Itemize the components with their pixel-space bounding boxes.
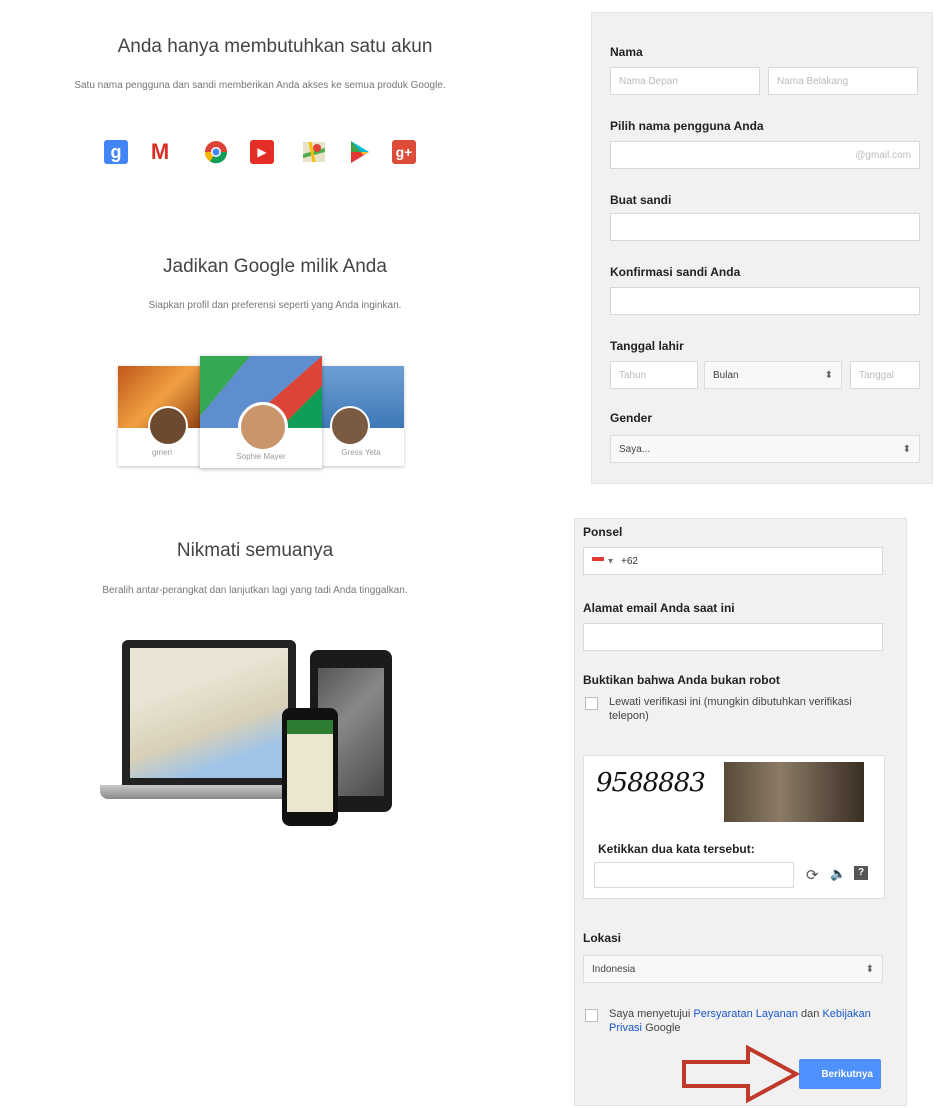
phone-label: Ponsel: [583, 525, 623, 539]
password-label: Buat sandi: [610, 193, 672, 207]
terms-link[interactable]: Persyaratan Layanan: [693, 1008, 798, 1020]
section2-subtext: Siapkan profil dan preferensi seperti ya…: [148, 300, 402, 311]
captcha-text: 9588883: [596, 768, 706, 798]
profile-caption: Sophie Mayer: [236, 452, 286, 461]
confirm-password-label: Konfirmasi sandi Anda: [610, 265, 741, 279]
section1-heading: Anda hanya membutuhkan satu akun: [117, 36, 433, 57]
avatar: [148, 406, 188, 446]
signup-form-bottom: Ponsel ▾ +62 Alamat email Anda saat ini …: [574, 518, 907, 1106]
robot-check-label: Buktikan bahwa Anda bukan robot: [583, 673, 780, 687]
service-glyph: g+: [395, 144, 413, 160]
last-name-field[interactable]: Nama Belakang: [768, 67, 918, 95]
birth-month-select[interactable]: Bulan ⬍: [704, 361, 842, 389]
arrow-annotation-icon: [682, 1044, 800, 1104]
location-value: Indonesia: [592, 963, 636, 975]
skip-verification-checkbox[interactable]: [585, 697, 598, 710]
service-glyph: g: [110, 141, 122, 162]
help-icon[interactable]: ?: [854, 866, 868, 880]
name-label: Nama: [610, 45, 643, 59]
service-glyph: ▶: [257, 145, 267, 159]
maps-icon: [302, 140, 326, 164]
signup-form-top: Nama Nama Depan Nama Belakang Pilih nama…: [591, 12, 933, 484]
section3-subtext: Beralih antar-perangkat dan lanjutkan la…: [102, 585, 408, 596]
avatar: [330, 406, 370, 446]
chevron-down-icon[interactable]: ▾: [608, 556, 613, 567]
gender-select[interactable]: Saya... ⬍: [610, 435, 920, 463]
laptop-screen: [122, 640, 296, 785]
captcha-input[interactable]: [594, 862, 794, 888]
arrow-shape: [682, 1044, 800, 1104]
first-name-field[interactable]: Nama Depan: [610, 67, 760, 95]
phone-screen: [287, 720, 333, 812]
username-label: Pilih nama pengguna Anda: [610, 119, 764, 133]
phone-code: +62: [621, 555, 638, 567]
phone-field[interactable]: ▾ +62: [583, 547, 883, 575]
indonesia-flag-icon[interactable]: [592, 557, 604, 565]
youtube-icon: ▶: [250, 140, 274, 164]
audio-icon[interactable]: 🔈: [830, 866, 846, 882]
agree-and: dan: [801, 1008, 820, 1020]
gender-label: Gender: [610, 411, 653, 425]
phone: [282, 708, 338, 826]
confirm-password-field[interactable]: [610, 287, 920, 315]
refresh-icon[interactable]: ⟳: [806, 866, 819, 884]
birth-year-field[interactable]: Tahun: [610, 361, 698, 389]
captcha-image: [724, 762, 864, 822]
birth-day-field[interactable]: Tanggal: [850, 361, 920, 389]
birthday-label: Tanggal lahir: [610, 339, 684, 353]
agree-suffix: Google: [645, 1022, 681, 1034]
password-field[interactable]: [610, 213, 920, 241]
current-email-field[interactable]: [583, 623, 883, 651]
chrome-icon: [204, 140, 228, 164]
select-arrows-icon: ⬍: [865, 963, 874, 975]
captcha-prompt: Ketikkan dua kata tersebut:: [598, 842, 755, 856]
skip-verification-text: Lewati verifikasi ini (mungkin dibutuhka…: [609, 696, 852, 722]
search-icon: g: [104, 140, 128, 164]
section3-heading: Nikmati semuanya: [176, 540, 334, 561]
play-icon: [348, 140, 372, 164]
captcha-box: 9588883 Ketikkan dua kata tersebut: ⟳ 🔈 …: [583, 755, 885, 899]
section1-subtext: Satu nama pengguna dan sandi memberikan …: [74, 80, 446, 91]
location-label: Lokasi: [583, 931, 622, 945]
gender-value: Saya...: [619, 443, 651, 455]
agree-prefix: Saya menyetujui: [609, 1008, 691, 1020]
section2-heading: Jadikan Google milik Anda: [163, 256, 387, 277]
agree-terms-text: Saya menyetujui Persyaratan Layanan dan …: [609, 1007, 879, 1035]
next-button[interactable]: Berikutnya: [799, 1059, 881, 1089]
birth-month-value: Bulan: [713, 369, 739, 381]
profile-card: Sophie Mayer: [200, 356, 322, 468]
username-suffix: @gmail.com: [855, 149, 911, 161]
gmail-icon: M: [148, 139, 172, 164]
agree-terms-checkbox[interactable]: [585, 1009, 598, 1022]
username-field[interactable]: @gmail.com: [610, 141, 920, 169]
profile-caption: Gress Yeta: [341, 448, 381, 457]
select-arrows-icon: ⬍: [902, 443, 911, 455]
service-glyph: M: [150, 139, 170, 164]
profile-caption: gmeri: [151, 448, 172, 457]
current-email-label: Alamat email Anda saat ini: [583, 601, 735, 615]
google-plus-icon: g+: [392, 140, 416, 164]
location-select[interactable]: Indonesia ⬍: [583, 955, 883, 983]
profile-card: Gress Yeta: [318, 366, 404, 466]
map-display: [130, 648, 288, 778]
select-arrows-icon: ⬍: [824, 369, 833, 381]
profile-card: gmeri: [118, 366, 206, 466]
avatar: [238, 402, 288, 452]
